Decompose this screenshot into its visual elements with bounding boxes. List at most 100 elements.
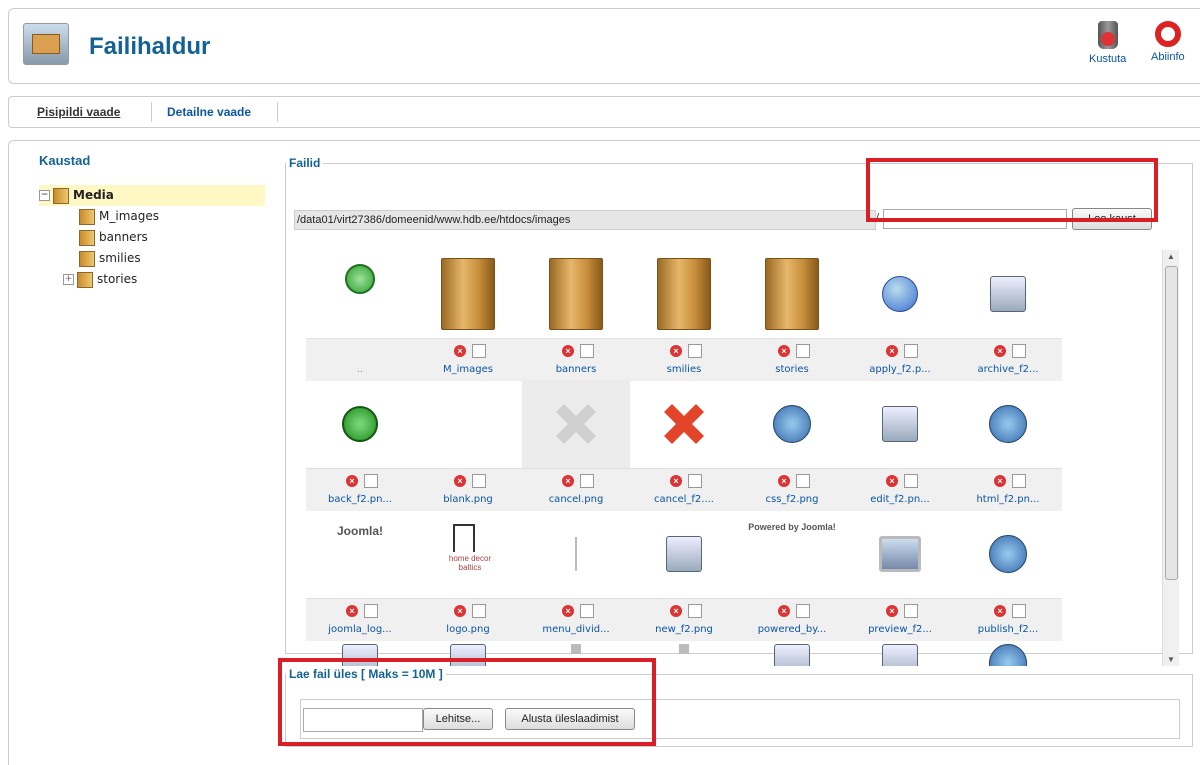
- select-checkbox[interactable]: [364, 604, 378, 618]
- select-checkbox[interactable]: [580, 604, 594, 618]
- folder-icon: [79, 229, 95, 246]
- file-name[interactable]: stories: [738, 364, 846, 375]
- select-checkbox[interactable]: [688, 344, 702, 358]
- file-name[interactable]: logo.png: [414, 624, 522, 635]
- file-item[interactable]: Joomla! × joomla_log...: [306, 510, 414, 641]
- delete-icon[interactable]: ×: [994, 345, 1006, 357]
- scroll-up-icon[interactable]: ▲: [1167, 252, 1175, 261]
- select-checkbox[interactable]: [904, 474, 918, 488]
- file-name[interactable]: banners: [522, 364, 630, 375]
- tree-item-stories[interactable]: + stories: [39, 269, 265, 290]
- file-item-up[interactable]: ..: [306, 250, 414, 381]
- file-name[interactable]: powered_by...: [738, 624, 846, 635]
- select-checkbox[interactable]: [472, 474, 486, 488]
- delete-icon[interactable]: ×: [454, 605, 466, 617]
- delete-icon[interactable]: ×: [454, 345, 466, 357]
- select-checkbox[interactable]: [904, 604, 918, 618]
- file-item[interactable]: [738, 640, 846, 666]
- select-checkbox[interactable]: [472, 604, 486, 618]
- select-checkbox[interactable]: [796, 604, 810, 618]
- file-name[interactable]: apply_f2.p...: [846, 364, 954, 375]
- delete-icon[interactable]: ×: [778, 475, 790, 487]
- delete-icon[interactable]: ×: [670, 605, 682, 617]
- file-item[interactable]: × stories: [738, 250, 846, 381]
- delete-icon[interactable]: ×: [346, 475, 358, 487]
- tree-item-smilies[interactable]: smilies: [39, 248, 265, 269]
- file-item[interactable]: × cancel_f2....: [630, 380, 738, 511]
- delete-icon[interactable]: ×: [670, 475, 682, 487]
- file-item[interactable]: × banners: [522, 250, 630, 381]
- delete-icon[interactable]: ×: [886, 345, 898, 357]
- file-name[interactable]: M_images: [414, 364, 522, 375]
- delete-icon[interactable]: ×: [562, 605, 574, 617]
- file-name[interactable]: back_f2.pn...: [306, 494, 414, 505]
- select-checkbox[interactable]: [580, 344, 594, 358]
- delete-icon[interactable]: ×: [670, 345, 682, 357]
- file-item[interactable]: [954, 640, 1062, 666]
- file-item[interactable]: × css_f2.png: [738, 380, 846, 511]
- file-item[interactable]: × edit_f2.pn...: [846, 380, 954, 511]
- file-item[interactable]: × logo.png: [414, 510, 522, 641]
- select-checkbox[interactable]: [1012, 344, 1026, 358]
- select-checkbox[interactable]: [472, 344, 486, 358]
- select-checkbox[interactable]: [796, 474, 810, 488]
- select-checkbox[interactable]: [796, 344, 810, 358]
- file-item[interactable]: × publish_f2...: [954, 510, 1062, 641]
- file-item[interactable]: × preview_f2...: [846, 510, 954, 641]
- select-checkbox[interactable]: [1012, 604, 1026, 618]
- expand-icon[interactable]: +: [63, 274, 74, 285]
- file-item[interactable]: × cancel.png: [522, 380, 630, 511]
- delete-icon[interactable]: ×: [562, 475, 574, 487]
- delete-icon[interactable]: ×: [346, 605, 358, 617]
- file-name[interactable]: edit_f2.pn...: [846, 494, 954, 505]
- file-name[interactable]: blank.png: [414, 494, 522, 505]
- delete-icon[interactable]: ×: [778, 605, 790, 617]
- file-item[interactable]: × back_f2.pn...: [306, 380, 414, 511]
- help-button[interactable]: Abiinfo: [1151, 21, 1185, 63]
- tree-item-media[interactable]: − Media: [39, 185, 265, 206]
- delete-icon[interactable]: ×: [886, 475, 898, 487]
- tree-item-banners[interactable]: banners: [39, 227, 265, 248]
- file-item[interactable]: × smilies: [630, 250, 738, 381]
- collapse-icon[interactable]: −: [39, 190, 50, 201]
- file-name[interactable]: html_f2.pn...: [954, 494, 1062, 505]
- file-name[interactable]: cancel_f2....: [630, 494, 738, 505]
- file-name[interactable]: css_f2.png: [738, 494, 846, 505]
- delete-icon[interactable]: ×: [778, 345, 790, 357]
- select-checkbox[interactable]: [1012, 474, 1026, 488]
- file-name[interactable]: archive_f2...: [954, 364, 1062, 375]
- scroll-down-icon[interactable]: ▼: [1167, 655, 1175, 664]
- file-item[interactable]: [846, 640, 954, 666]
- select-checkbox[interactable]: [580, 474, 594, 488]
- file-item[interactable]: × blank.png: [414, 380, 522, 511]
- select-checkbox[interactable]: [688, 474, 702, 488]
- file-name[interactable]: smilies: [630, 364, 738, 375]
- file-item[interactable]: × M_images: [414, 250, 522, 381]
- file-item[interactable]: Powered by Joomla! × powered_by...: [738, 510, 846, 641]
- file-name[interactable]: menu_divid...: [522, 624, 630, 635]
- delete-icon[interactable]: ×: [454, 475, 466, 487]
- select-checkbox[interactable]: [688, 604, 702, 618]
- delete-icon[interactable]: ×: [562, 345, 574, 357]
- file-name[interactable]: preview_f2...: [846, 624, 954, 635]
- delete-icon[interactable]: ×: [994, 605, 1006, 617]
- file-name[interactable]: publish_f2...: [954, 624, 1062, 635]
- file-item[interactable]: × menu_divid...: [522, 510, 630, 641]
- file-item[interactable]: × apply_f2.p...: [846, 250, 954, 381]
- file-name[interactable]: cancel.png: [522, 494, 630, 505]
- delete-button[interactable]: Kustuta: [1089, 21, 1126, 65]
- delete-icon[interactable]: ×: [886, 605, 898, 617]
- delete-icon[interactable]: ×: [994, 475, 1006, 487]
- scroll-thumb[interactable]: [1165, 266, 1178, 580]
- tree-item-m-images[interactable]: M_images: [39, 206, 265, 227]
- select-checkbox[interactable]: [904, 344, 918, 358]
- file-item[interactable]: × archive_f2...: [954, 250, 1062, 381]
- tab-detail-view[interactable]: Detailne vaade: [167, 105, 251, 119]
- file-name[interactable]: new_f2.png: [630, 624, 738, 635]
- tab-thumbnail-view[interactable]: Pisipildi vaade: [37, 105, 120, 119]
- file-item[interactable]: × new_f2.png: [630, 510, 738, 641]
- file-item[interactable]: × html_f2.pn...: [954, 380, 1062, 511]
- file-grid-scrollbar[interactable]: ▲ ▼: [1162, 250, 1179, 666]
- select-checkbox[interactable]: [364, 474, 378, 488]
- file-name[interactable]: joomla_log...: [306, 624, 414, 635]
